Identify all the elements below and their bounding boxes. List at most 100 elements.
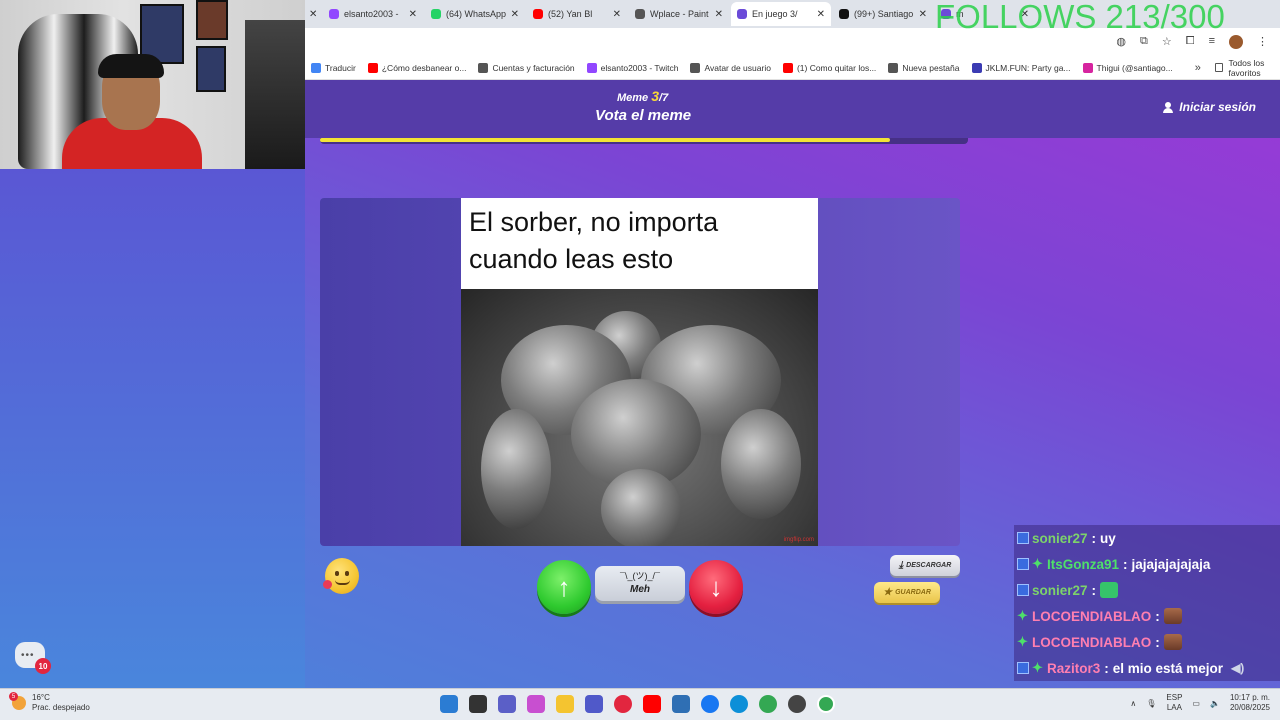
photo-arm-left: [481, 409, 551, 529]
meme-watermark: imgflip.com: [783, 537, 814, 543]
login-label: Iniciar sesión: [1179, 100, 1256, 114]
chat-count-badge: 10: [35, 658, 51, 674]
star-icon[interactable]: ☆: [1162, 35, 1172, 49]
chat-message: ✦ ItsGonza91: jajajajajajaja: [1014, 551, 1280, 577]
install-icon[interactable]: ⧉: [1140, 35, 1148, 49]
all-bookmarks-button[interactable]: Todos los favoritos: [1214, 58, 1280, 78]
follows-goal-overlay: FOLLOWS 213/300: [935, 0, 1225, 35]
copilot-icon[interactable]: [527, 695, 545, 713]
weather-widget[interactable]: 5 16°C Prac. despejado: [9, 692, 90, 713]
chat-username: Razitor3: [1047, 660, 1101, 676]
browser-tab[interactable]: (64) WhatsApp ✕: [425, 2, 525, 26]
downvote-button[interactable]: ↓: [689, 560, 743, 614]
windows-taskbar: 5 16°C Prac. despejado ∧ 🎙 ESP LAA ▭ 🔈 1…: [0, 688, 1280, 720]
weather-badge: 5: [9, 692, 18, 701]
chrome-icon[interactable]: [759, 695, 777, 713]
task-view-icon[interactable]: [469, 695, 487, 713]
subscriber-badge-icon: ✦: [1032, 660, 1043, 675]
chevron-up-icon[interactable]: ∧: [1130, 699, 1136, 708]
bookmark-item[interactable]: ¿Cómo desbanear o...: [367, 62, 466, 73]
language-indicator[interactable]: ESP LAA: [1166, 693, 1182, 713]
chat-message: sonier27:: [1014, 577, 1280, 603]
login-button[interactable]: Iniciar sesión: [1163, 100, 1256, 114]
taskbar-apps: [440, 695, 835, 713]
streamer: [62, 52, 202, 169]
tab-favicon-icon: [635, 9, 645, 19]
edge-icon[interactable]: [730, 695, 748, 713]
tab-favicon-icon: [737, 9, 747, 19]
sun-icon: 5: [9, 692, 26, 710]
chat-message-text: jajajajajajaja: [1131, 556, 1211, 572]
more-menu-icon[interactable]: ⋮: [1257, 35, 1268, 49]
subscriber-badge-icon: ✦: [1032, 556, 1043, 571]
close-tab-icon[interactable]: ✕: [613, 9, 621, 20]
round-progress-fill: [320, 138, 891, 142]
photo-legs: [601, 469, 681, 546]
chat-message: sonier27: uy: [1014, 525, 1280, 551]
close-tab-icon[interactable]: ✕: [817, 9, 825, 20]
opera-icon[interactable]: [614, 695, 632, 713]
chat-app-icon[interactable]: [498, 695, 516, 713]
tab-favicon-icon: [839, 9, 849, 19]
close-tab-icon[interactable]: ✕: [309, 9, 323, 20]
download-button[interactable]: ⤓ DESCARGAR: [890, 555, 960, 576]
stream-chat-overlay: sonier27: uy ✦ ItsGonza91: jajajajajajaja son…: [1014, 525, 1280, 681]
close-tab-icon[interactable]: ✕: [715, 9, 723, 20]
bookmark-item[interactable]: Traducir: [311, 62, 356, 73]
chevron-right-icon[interactable]: »: [1195, 62, 1201, 74]
browser-tab[interactable]: Wplace - Paint ✕: [629, 2, 729, 26]
eye-off-icon[interactable]: ◍: [1116, 35, 1126, 49]
chat-username: ItsGonza91: [1047, 556, 1120, 572]
file-explorer-icon[interactable]: [556, 695, 574, 713]
bookmark-favicon-icon: [888, 62, 899, 73]
user-icon: [1163, 101, 1174, 113]
chat-toggle-button[interactable]: ••• 10: [15, 642, 51, 674]
chat-separator: :: [1155, 634, 1160, 650]
chat-message: ✦ LOCOENDIABLAO:: [1014, 629, 1280, 655]
media-icon[interactable]: ≡: [1209, 35, 1215, 49]
bookmark-item[interactable]: elsanto2003 - Twitch: [586, 62, 678, 73]
round-progress-bar: [320, 138, 968, 144]
reaction-emoji-button[interactable]: [323, 558, 359, 594]
webcam-overlay: [0, 0, 305, 169]
network-icon[interactable]: ▭: [1192, 699, 1200, 708]
chat-message: ✦ LOCOENDIABLAO:: [1014, 603, 1280, 629]
bookmark-label: Traducir: [325, 62, 356, 73]
close-tab-icon[interactable]: ✕: [409, 9, 417, 20]
save-button[interactable]: ★ GUARDAR: [874, 582, 940, 603]
tab-title: Wplace - Paint: [650, 9, 709, 19]
chat-username: sonier27: [1032, 530, 1088, 546]
microphone-icon[interactable]: 🎙: [1146, 699, 1156, 708]
browser-tab[interactable]: (99+) Santiago ✕: [833, 2, 933, 26]
teams-icon[interactable]: [585, 695, 603, 713]
chat-separator: :: [1091, 582, 1097, 598]
browser-tab[interactable]: elsanto2003 - ✕: [323, 2, 423, 26]
youtube-icon[interactable]: [643, 695, 661, 713]
browser-tab[interactable]: (52) Yan Bl ✕: [527, 2, 627, 26]
windows-start-icon[interactable]: [440, 695, 458, 713]
close-tab-icon[interactable]: ✕: [919, 9, 927, 20]
close-tab-icon[interactable]: ✕: [511, 9, 519, 20]
bookmark-item[interactable]: Thigui (@santiago...: [1082, 62, 1173, 73]
upvote-button[interactable]: ↑: [537, 560, 591, 614]
bookmark-item[interactable]: Nueva pestaña: [888, 62, 960, 73]
bookmark-item[interactable]: JKLM.FUN: Party ga...: [971, 62, 1071, 73]
bookmark-item[interactable]: (1) Como quitar los...: [782, 62, 877, 73]
chrome-profile-icon[interactable]: [788, 695, 806, 713]
chrome-active-icon[interactable]: [817, 695, 835, 713]
bookmark-label: Cuentas y facturación: [492, 62, 575, 73]
extensions-icon[interactable]: ⧠: [1186, 35, 1195, 49]
chat-separator: :: [1091, 530, 1097, 546]
store-icon[interactable]: [672, 695, 690, 713]
bookmark-label: (1) Como quitar los...: [796, 62, 877, 73]
photo-arm-right: [721, 409, 801, 519]
bookmark-item[interactable]: Cuentas y facturación: [478, 62, 575, 73]
clock[interactable]: 10:17 p. m. 20/08/2025: [1230, 693, 1270, 713]
browser-tab[interactable]: En juego 3/ ✕: [731, 2, 831, 26]
meh-button[interactable]: ¯\_(ツ)_/¯ Meh: [595, 566, 685, 601]
bookmark-favicon-icon: [1082, 62, 1093, 73]
volume-icon[interactable]: 🔈: [1210, 699, 1220, 708]
facebook-icon[interactable]: [701, 695, 719, 713]
profile-avatar[interactable]: [1229, 35, 1243, 49]
bookmark-item[interactable]: Avatar de usuario: [690, 62, 771, 73]
